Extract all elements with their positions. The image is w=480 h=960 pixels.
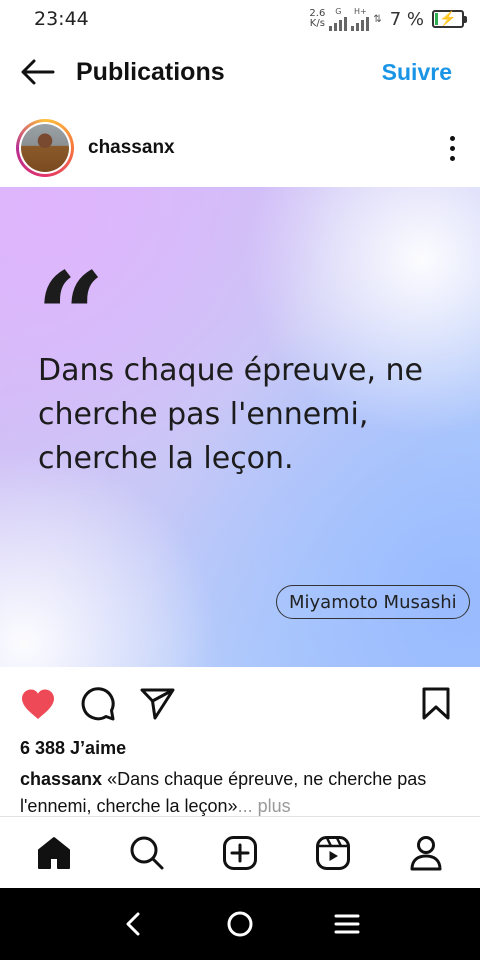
quote-author: Miyamoto Musashi [276,585,470,619]
nav-search[interactable] [123,829,171,877]
post-header: chassanx [0,110,480,186]
top-app-bar: Publications Suivre [0,38,480,106]
menu-icon [334,914,360,934]
bottom-navigation [0,816,480,888]
system-home-button[interactable] [216,900,264,948]
signal-sim1: G [329,6,348,31]
post-username[interactable]: chassanx [88,137,175,159]
search-icon [130,836,164,869]
save-button[interactable] [416,684,456,724]
follow-button[interactable]: Suivre [382,59,452,86]
nav-create[interactable] [216,829,264,877]
signal-bars-icon [351,16,370,31]
likes-count[interactable]: 6 388 J’aime [20,738,126,759]
data-arrows-icon: ⇅ [373,13,382,25]
signal-sim1-tag: G [335,6,342,16]
avatar-image [21,124,69,172]
heart-icon [22,689,54,719]
status-bar: 23:44 2.6 K/s G H+ ⇅ 7 % ⚡ [0,0,480,38]
chevron-left-icon [126,912,140,936]
avatar[interactable] [16,119,74,177]
system-back-button[interactable] [109,900,157,948]
send-icon [140,688,175,720]
home-icon [38,836,71,869]
battery-charging-icon: ⚡ [432,10,467,28]
share-button[interactable] [138,684,178,724]
arrow-left-icon [21,59,55,85]
caption-username[interactable]: chassanx [20,769,102,789]
network-speed: 2.6 K/s [309,9,325,29]
circle-icon [227,911,253,937]
like-button[interactable] [18,684,58,724]
more-vertical-icon [449,135,455,141]
battery-percent: 7 % [389,8,424,30]
profile-icon [410,835,442,870]
caption-more-link[interactable]: ... plus [238,796,291,816]
back-button[interactable] [18,52,58,92]
nav-reels[interactable] [309,829,357,877]
bookmark-icon [422,687,450,720]
status-time: 23:44 [34,8,89,30]
signal-bars-icon [329,16,348,31]
post-caption[interactable]: chassanx «Dans chaque épreuve, ne cherch… [20,766,450,818]
comment-icon [81,687,115,721]
system-navigation-bar [0,888,480,960]
more-options-button[interactable] [440,133,464,163]
network-speed-unit: K/s [309,18,325,29]
comment-button[interactable] [78,684,118,724]
signal-sim2: H+ [351,6,370,31]
page-title: Publications [76,57,225,86]
plus-square-icon [222,835,257,870]
quote-text: Dans chaque épreuve, ne cherche pas l'en… [38,353,424,476]
status-indicators: 2.6 K/s G H+ ⇅ 7 % ⚡ [309,6,467,31]
signal-sim2-tag: H+ [353,6,367,16]
post-action-bar [0,678,480,730]
nav-profile[interactable] [402,829,450,877]
post-image[interactable]: “ Dans chaque épreuve, ne cherche pas l'… [0,187,480,667]
system-menu-button[interactable] [323,900,371,948]
reels-icon [315,835,350,870]
nav-home[interactable] [30,829,78,877]
